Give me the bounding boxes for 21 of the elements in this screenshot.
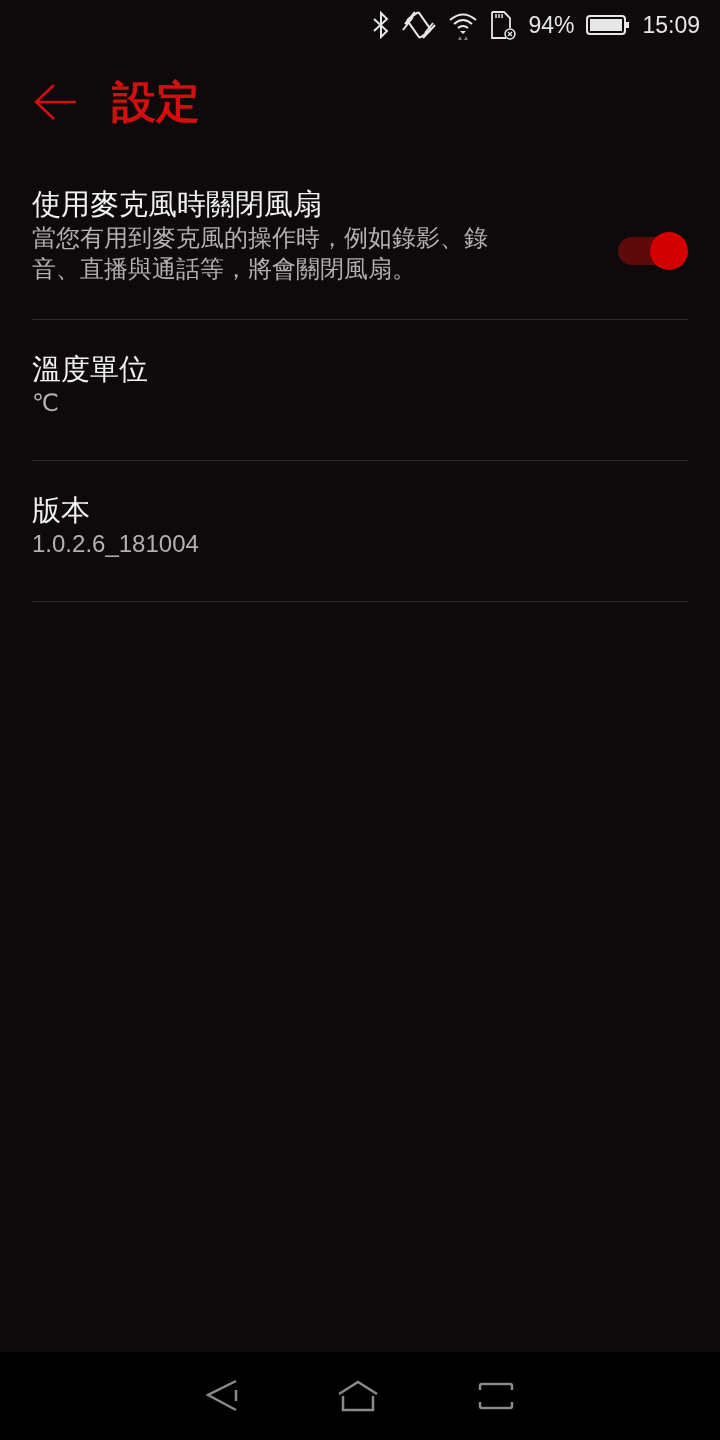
setting-title: 版本 (32, 493, 91, 528)
toggle-switch[interactable] (618, 231, 688, 270)
setting-summary: 1.0.2.6_181004 (32, 528, 200, 559)
setting-summary: 當您有用到麥克風的操作時，例如錄影、錄音、直播與通話等，將會關閉風扇。 (32, 222, 489, 284)
page-title: 設定 (112, 80, 200, 124)
sd-card-icon (490, 10, 517, 40)
battery-icon (586, 14, 631, 36)
back-icon[interactable] (206, 1379, 238, 1413)
setting-row[interactable]: 版本 1.0.2.6_181004 (32, 461, 688, 602)
bluetooth-icon (372, 11, 391, 39)
setting-summary: ℃ (32, 387, 60, 418)
setting-row[interactable]: 使用麥克風時關閉風扇 當您有用到麥克風的操作時，例如錄影、錄音、直播與通話等，將會關閉風扇。 (32, 182, 688, 320)
home-icon[interactable] (338, 1380, 378, 1412)
battery-percent: 94% (528, 10, 575, 40)
back-arrow-icon[interactable] (34, 83, 76, 121)
setting-row[interactable]: 溫度單位 ℃ (32, 320, 688, 461)
setting-title: 使用麥克風時關閉風扇 (32, 186, 323, 222)
vibrate-icon (402, 10, 437, 40)
setting-title: 溫度單位 (32, 352, 149, 387)
clock: 15:09 (642, 10, 700, 40)
recent-apps-icon[interactable] (478, 1382, 514, 1410)
